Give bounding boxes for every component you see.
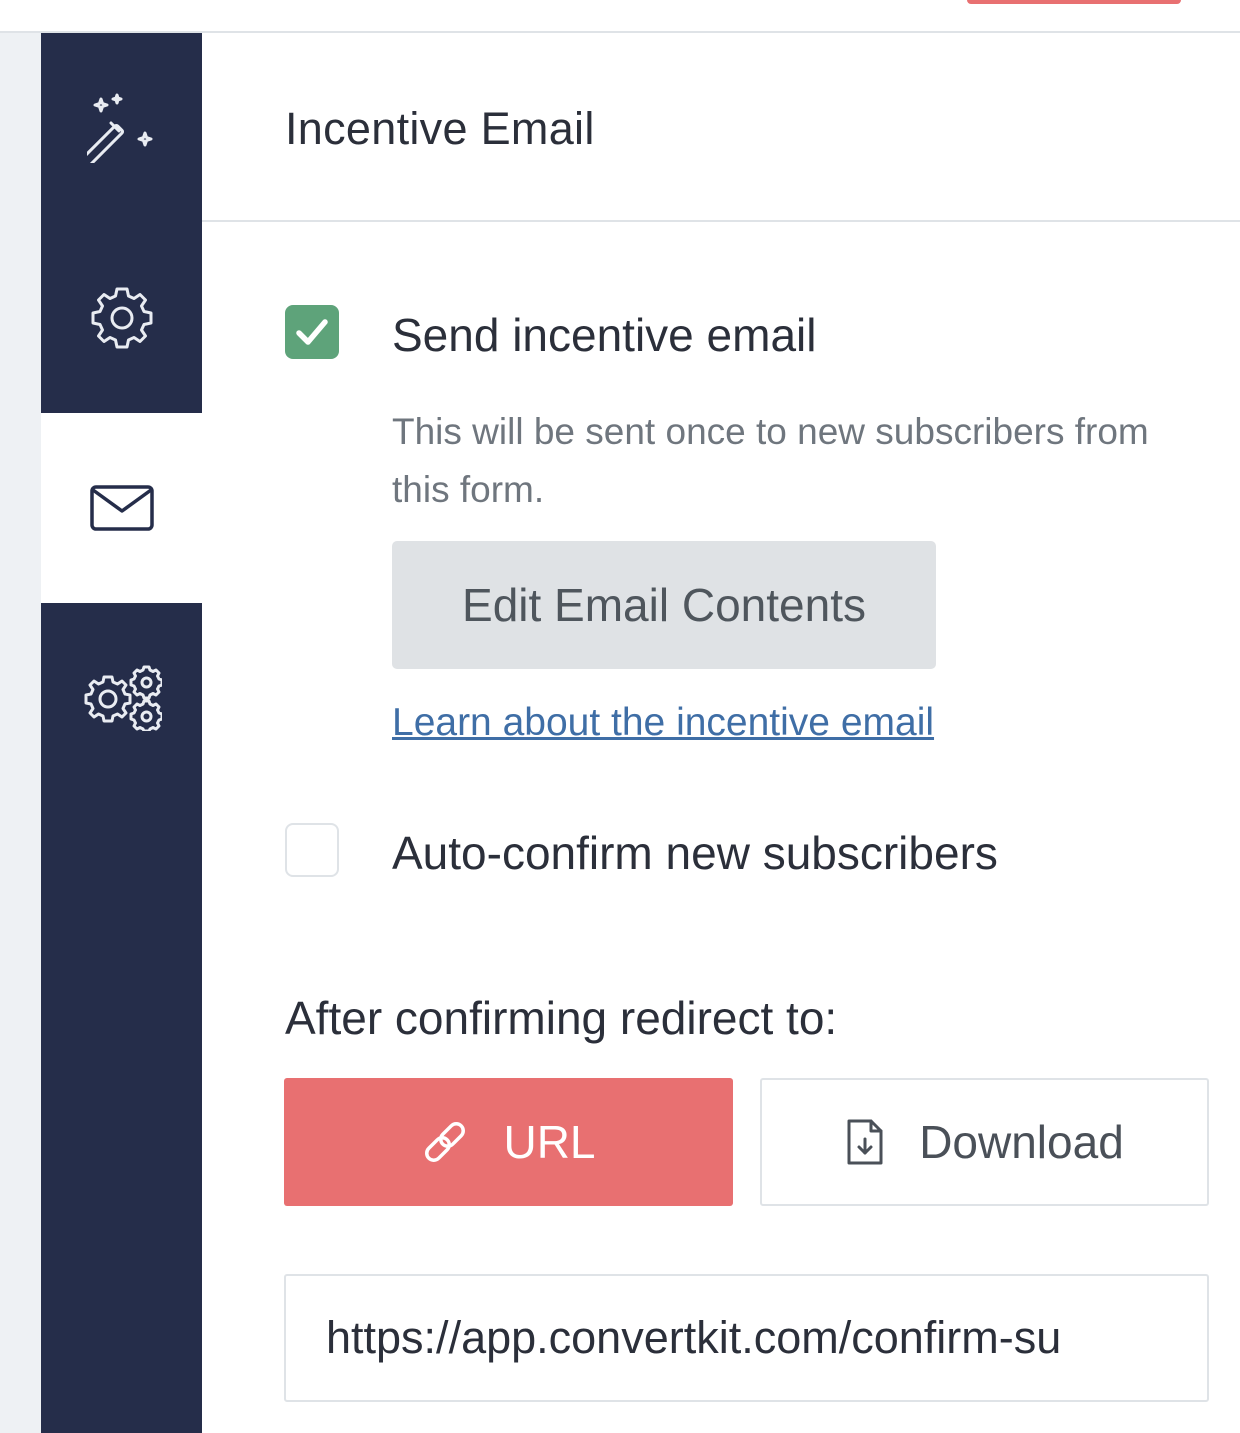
envelope-icon [89, 485, 154, 531]
learn-incentive-email-link[interactable]: Learn about the incentive email [392, 701, 934, 745]
sidebar-item-advanced[interactable] [41, 603, 202, 793]
top-accent-tab[interactable] [967, 0, 1181, 4]
auto-confirm-label[interactable]: Auto-confirm new subscribers [392, 826, 998, 880]
edit-email-contents-button[interactable]: Edit Email Contents [392, 541, 936, 669]
link-icon [421, 1118, 469, 1166]
send-incentive-label[interactable]: Send incentive email [392, 308, 816, 362]
redirect-download-label: Download [919, 1116, 1124, 1168]
magic-wand-icon [86, 93, 152, 163]
auto-confirm-checkbox[interactable] [285, 823, 339, 877]
redirect-label: After confirming redirect to: [285, 992, 838, 1044]
send-incentive-help: This will be sent once to new subscriber… [392, 411, 1149, 510]
sidebar [41, 33, 202, 1433]
redirect-url-input[interactable] [284, 1274, 1209, 1402]
checkmark-icon [296, 319, 328, 345]
sidebar-item-design[interactable] [41, 33, 202, 223]
left-gutter [0, 33, 41, 1433]
multi-gear-icon [84, 665, 162, 731]
panel-header: Incentive Email [202, 33, 1240, 222]
incentive-email-panel: Incentive Email Send incentive email Thi… [202, 33, 1240, 1433]
page-title: Incentive Email [285, 103, 595, 154]
file-download-icon [845, 1118, 885, 1166]
redirect-url-label: URL [503, 1116, 596, 1168]
sidebar-item-email[interactable] [41, 413, 202, 603]
top-bar [0, 0, 1240, 33]
gear-icon [91, 287, 152, 349]
send-incentive-checkbox[interactable] [285, 305, 339, 359]
redirect-download-button[interactable]: Download [760, 1078, 1209, 1206]
sidebar-item-settings[interactable] [41, 223, 202, 413]
redirect-url-button[interactable]: URL [284, 1078, 733, 1206]
